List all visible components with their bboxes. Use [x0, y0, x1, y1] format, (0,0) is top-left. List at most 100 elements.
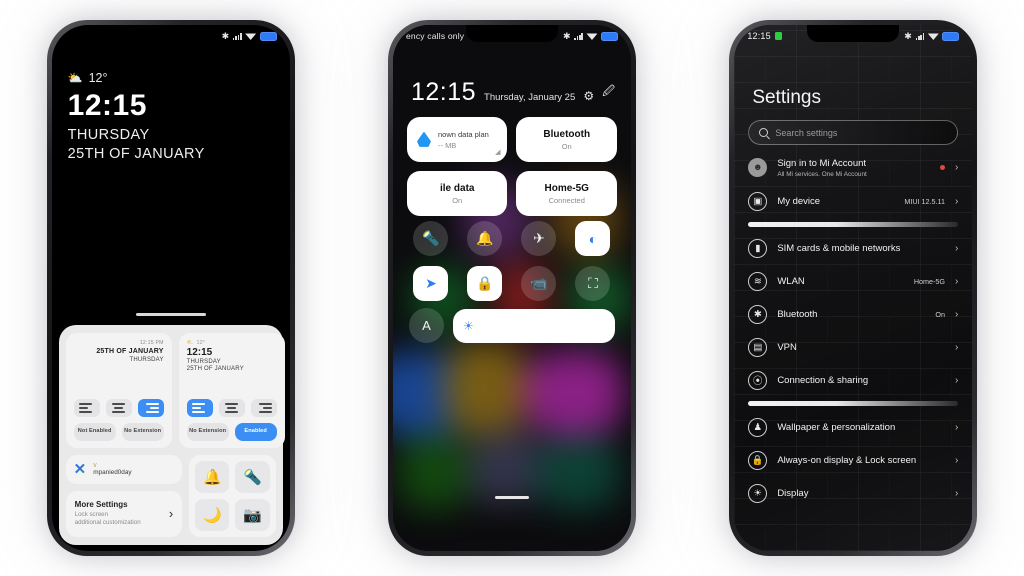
align-center-button-left-card[interactable]: [105, 399, 132, 417]
data-plan-card[interactable]: nown data plan -- MB ◢: [406, 117, 508, 162]
auto-brightness-button[interactable]: A: [408, 308, 444, 343]
moon-icon[interactable]: 🌙: [195, 498, 230, 531]
bell-icon[interactable]: 🔔: [195, 460, 230, 493]
row-text: Display: [777, 488, 945, 499]
sidebar-item-bluetooth[interactable]: ✱ Bluetooth On ›: [746, 298, 960, 331]
screen-1: ✱ ⛅ 12° 12:15 THURSDAY 25TH OF JANUARY 1…: [51, 25, 290, 551]
sidebar-item-sim-cards-mobile-networks[interactable]: ▮ SIM cards & mobile networks ›: [746, 232, 960, 265]
bluetooth-icon: ✱: [748, 304, 768, 324]
connection-icon: ⦿: [748, 370, 768, 390]
flashlight-toggle[interactable]: 🔦: [413, 221, 449, 256]
row-title: WLAN: [777, 275, 805, 287]
notch: [124, 25, 217, 42]
home-indicator[interactable]: [494, 496, 529, 499]
status-bar-right: ✱: [904, 31, 960, 42]
editor-left-column: ✕ V mpanied0day More Settings Lock scree…: [65, 454, 183, 537]
status-bar-clock: 12:15: [747, 31, 771, 41]
control-center-date: Thursday, January 25: [484, 92, 576, 103]
sidebar-item-sign-in-mi-account[interactable]: ☻ Sign in to Mi Account All Mi services.…: [746, 151, 960, 185]
chevron-right-icon: ›: [954, 454, 959, 466]
search-input[interactable]: Search settings: [748, 120, 959, 145]
mobile-data-title: ile data: [440, 182, 475, 194]
pill-enabled[interactable]: Enabled: [234, 423, 277, 441]
bluetooth-icon: ✱: [221, 30, 230, 41]
flashlight-icon[interactable]: 🔦: [235, 460, 270, 493]
edit-icon[interactable]: 🖉: [602, 82, 615, 105]
sidebar-item-my-device[interactable]: ▣ My device MIUI 12.5.11 ›: [746, 185, 960, 218]
phone-control-center: ency calls only ✱ 12:15 Thursday, Januar…: [387, 20, 636, 556]
chevron-right-icon: ›: [168, 506, 174, 522]
sidebar-item-vpn[interactable]: ▤ VPN ›: [746, 331, 960, 364]
brightness-slider[interactable]: ☀: [452, 308, 615, 343]
row-title: My device: [777, 195, 821, 207]
location-toggle[interactable]: ➤: [413, 266, 449, 301]
bluetooth-card[interactable]: Bluetooth On: [516, 117, 617, 162]
pill-row-right: No Extension Enabled: [186, 423, 277, 441]
bluetooth-card-title: Bluetooth: [543, 128, 591, 140]
device-icon: ▣: [748, 191, 768, 211]
row-text: Always-on display & Lock screen: [777, 455, 945, 466]
search-placeholder: Search settings: [775, 127, 838, 138]
phone-settings: 12:15 ✱ Settings Search settings ☻ Sign …: [729, 20, 978, 556]
row-title: Sign in to Mi Account: [777, 158, 867, 169]
wifi-icon: [245, 33, 257, 40]
dark-mode-toggle[interactable]: ◐: [575, 221, 611, 256]
row-text: VPN: [777, 342, 945, 353]
more-settings-title: More Settings: [74, 499, 128, 509]
battery-icon: [600, 31, 618, 41]
camera-icon[interactable]: 📷: [235, 498, 270, 531]
preview-row: 12:15 PM 25TH OF JANUARY THURSDAY Not En…: [65, 333, 285, 448]
sim-icon: ▮: [748, 238, 768, 258]
align-left-button-right-card[interactable]: [186, 399, 213, 417]
settings-gear-icon[interactable]: ⚙: [583, 89, 594, 105]
row-text: My device: [777, 196, 894, 207]
pill-no-extension-left[interactable]: No Extension: [121, 423, 164, 441]
lock-screen-date: 25TH OF JANUARY: [67, 145, 205, 162]
status-bar-right: ✱: [563, 31, 618, 42]
row-value: Home-5G: [913, 276, 945, 286]
sidebar-item-connection-sharing[interactable]: ⦿ Connection & sharing ›: [746, 364, 960, 397]
screen-3: 12:15 ✱ Settings Search settings ☻ Sign …: [734, 25, 973, 551]
preview-left-date: 25TH OF JANUARY: [96, 348, 164, 355]
sheet-drag-handle[interactable]: [135, 313, 206, 316]
more-settings-button[interactable]: More Settings Lock screen additional cust…: [65, 490, 183, 537]
align-center-button-right-card[interactable]: [218, 399, 245, 417]
notch: [807, 25, 900, 42]
notification-line-2: mpanied0day: [93, 468, 132, 476]
scanner-toggle[interactable]: ⛶: [575, 266, 611, 301]
lock-screen-clock-block: ⛅ 12° 12:15 THURSDAY 25TH OF JANUARY: [68, 71, 276, 162]
row-text: Connection & sharing: [777, 375, 945, 386]
row-text: Wallpaper & personalization: [777, 422, 945, 433]
sidebar-item-always-on-display-lock-screen[interactable]: 🔒 Always-on display & Lock screen ›: [746, 444, 960, 477]
sidebar-item-wlan[interactable]: ≋ WLAN Home-5G ›: [746, 265, 960, 298]
pill-no-extension-right[interactable]: No Extension: [186, 423, 229, 441]
silent-bell-toggle[interactable]: 🔔: [467, 221, 503, 256]
row-value: MIUI 12.5.11: [904, 196, 945, 206]
signal-icon: [574, 32, 583, 40]
preview-left-time: 12:15 PM: [139, 340, 164, 346]
preview-card-left[interactable]: 12:15 PM 25TH OF JANUARY THURSDAY Not En…: [65, 333, 172, 448]
wifi-card[interactable]: Home-5G Connected: [516, 171, 617, 216]
weather-temperature: 12°: [88, 71, 108, 85]
data-plan-title: nown data plan: [437, 129, 489, 139]
sidebar-item-wallpaper-personalization[interactable]: ♟ Wallpaper & personalization ›: [746, 411, 960, 444]
preview-right-content: ⛅ 12° 12:15 THURSDAY 25TH OF JANUARY: [187, 340, 277, 392]
align-left-button-left-card[interactable]: [73, 399, 100, 417]
account-icon: ☻: [748, 158, 768, 178]
notification-preview-card[interactable]: ✕ V mpanied0day: [65, 454, 183, 484]
airplane-mode-toggle[interactable]: ✈: [521, 221, 557, 256]
weather-widget[interactable]: ⛅ 12°: [68, 71, 276, 85]
align-right-button-right-card[interactable]: [250, 399, 277, 417]
align-right-button-left-card[interactable]: [137, 399, 164, 417]
preview-card-right[interactable]: ⛅ 12° 12:15 THURSDAY 25TH OF JANUARY No …: [178, 333, 285, 448]
quick-toggle-grid: 🔦 🔔 ✈ ◐ ➤ 🔒 📹 ⛶: [409, 221, 615, 301]
auto-rotate-toggle[interactable]: 🔒: [467, 266, 503, 301]
pill-not-enabled[interactable]: Not Enabled: [73, 423, 116, 441]
mobile-data-card[interactable]: ile data On: [406, 171, 508, 216]
lock-screen-weekday: THURSDAY: [67, 126, 150, 143]
screen-record-toggle[interactable]: 📹: [521, 266, 557, 301]
chevron-right-icon: ›: [954, 421, 959, 433]
row-text: WLAN: [777, 276, 904, 287]
sidebar-item-display[interactable]: ☀ Display ›: [746, 477, 960, 510]
page-title: Settings: [752, 87, 821, 108]
